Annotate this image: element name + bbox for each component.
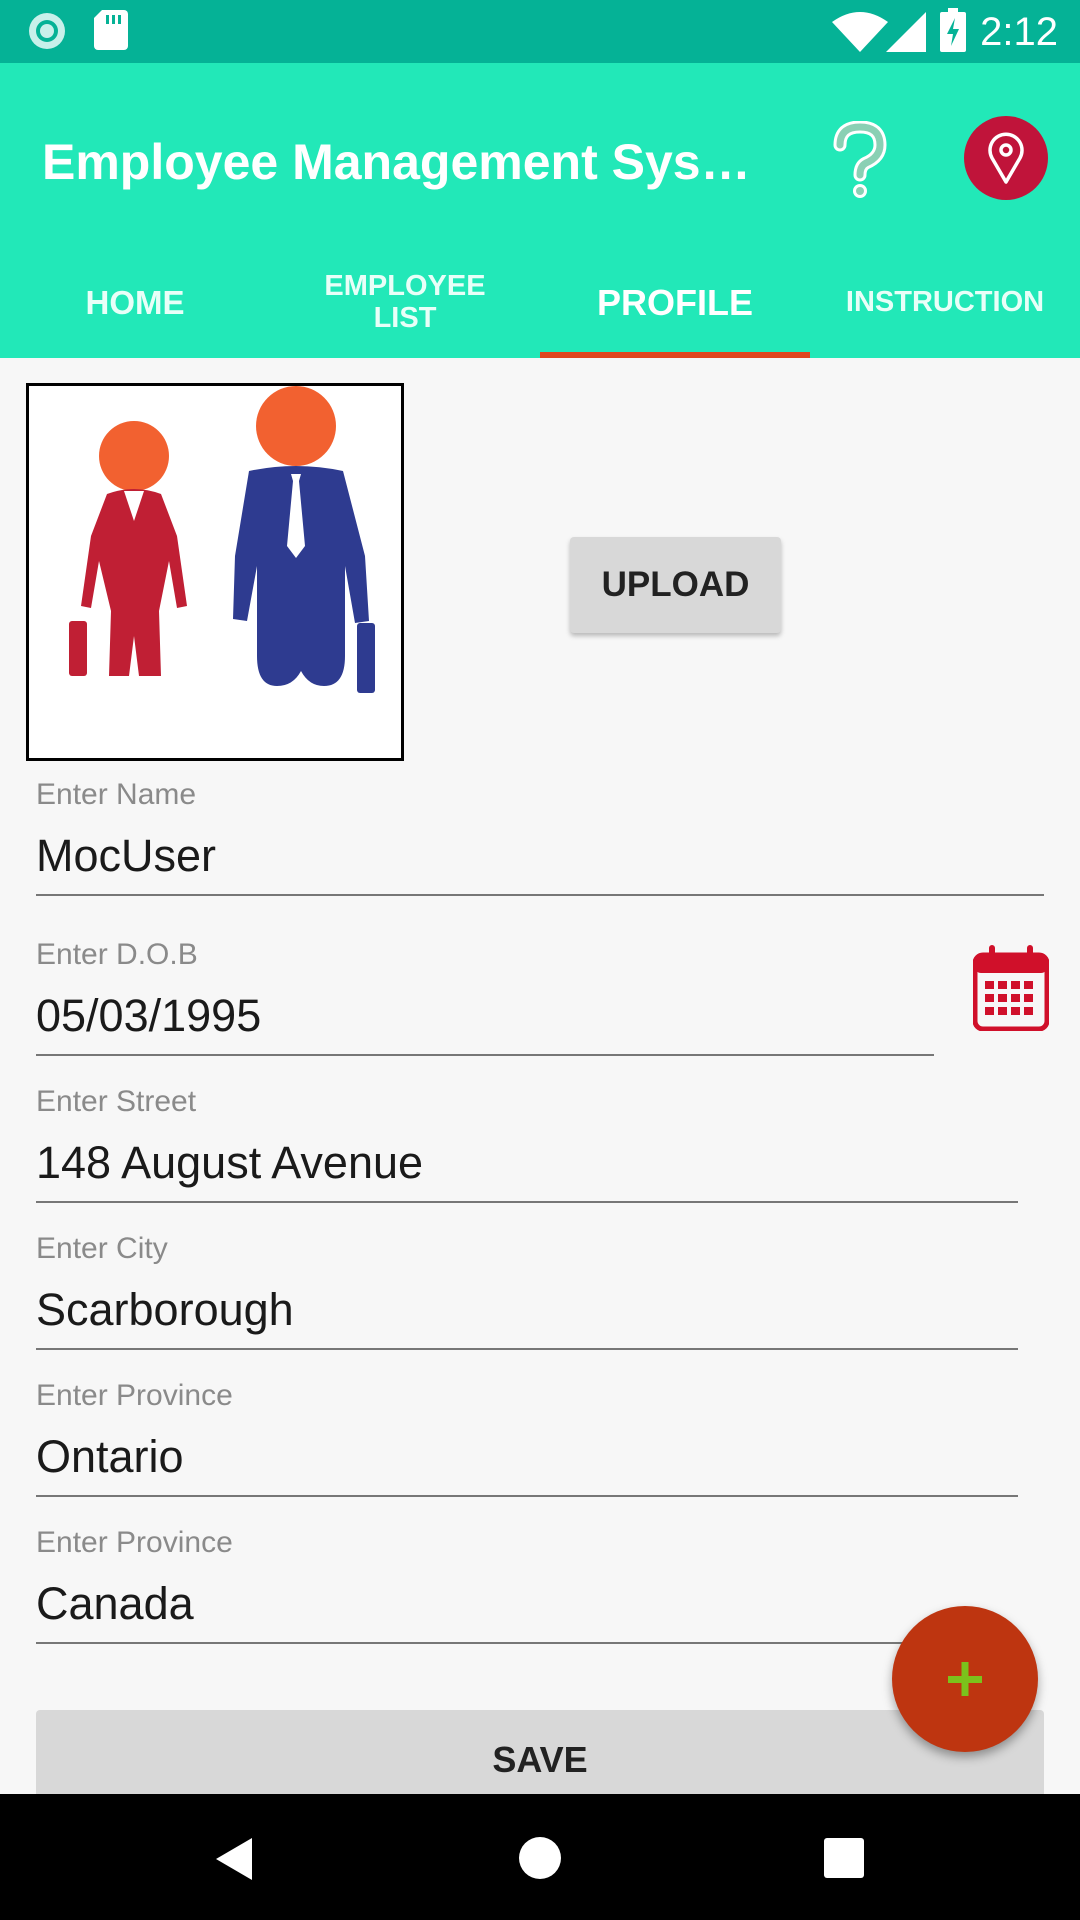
tab-employee-list-label: EMPLOYEE LIST <box>324 270 486 334</box>
navigation-bar <box>0 1794 1080 1920</box>
street-field-label: Enter Street <box>36 1085 197 1118</box>
add-fab-button[interactable] <box>892 1606 1038 1752</box>
tab-instruction[interactable]: INSTRUCTION <box>810 248 1080 358</box>
dob-field: Enter D.O.B 05/03/1995 <box>36 938 934 1056</box>
tab-employee-list[interactable]: EMPLOYEE LIST <box>270 248 540 358</box>
battery-charging-icon <box>940 8 966 52</box>
street-input[interactable]: 148 August Avenue <box>36 1137 1018 1203</box>
tab-bar: HOME EMPLOYEE LIST PROFILE INSTRUCTION <box>0 248 1080 358</box>
back-icon[interactable] <box>212 1836 256 1882</box>
province-field-label: Enter Province <box>36 1379 233 1412</box>
wifi-icon <box>832 12 888 52</box>
help-icon[interactable] <box>832 121 888 201</box>
country-field-label: Enter Province <box>36 1526 233 1559</box>
location-button[interactable] <box>964 116 1048 200</box>
signal-icon <box>886 12 926 52</box>
location-pin-icon <box>988 132 1024 184</box>
street-field: Enter Street 148 August Avenue <box>36 1085 1018 1203</box>
province-field: Enter Province Ontario <box>36 1379 1018 1497</box>
tab-profile[interactable]: PROFILE <box>540 248 810 358</box>
plus-icon <box>948 1662 982 1696</box>
dob-field-label: Enter D.O.B <box>36 938 198 971</box>
city-field: Enter City Scarborough <box>36 1232 1018 1350</box>
app-title: Employee Management System <box>42 134 762 190</box>
status-time: 2:12 <box>980 10 1058 54</box>
home-icon[interactable] <box>518 1836 562 1880</box>
employee-couple-image <box>69 386 375 693</box>
country-input[interactable]: Canada <box>36 1578 1018 1644</box>
profile-photo <box>26 383 404 761</box>
notification-icon <box>29 13 65 49</box>
name-input[interactable]: MocUser <box>36 830 1044 896</box>
name-field: Enter Name MocUser <box>36 778 1044 896</box>
calendar-icon[interactable] <box>973 945 1049 1031</box>
province-input[interactable]: Ontario <box>36 1431 1018 1497</box>
app-bar: Employee Management System HOME EMPLOYEE… <box>0 63 1080 358</box>
dob-input[interactable]: 05/03/1995 <box>36 990 934 1056</box>
name-field-label: Enter Name <box>36 778 197 811</box>
city-input[interactable]: Scarborough <box>36 1284 1018 1350</box>
upload-button[interactable]: UPLOAD <box>570 537 781 633</box>
status-bar: 2:12 <box>0 0 1080 63</box>
tab-home[interactable]: HOME <box>0 248 270 358</box>
city-field-label: Enter City <box>36 1232 168 1265</box>
sd-card-icon <box>94 10 128 50</box>
country-field: Enter Province Canada <box>36 1526 1018 1644</box>
recents-icon[interactable] <box>824 1838 864 1878</box>
